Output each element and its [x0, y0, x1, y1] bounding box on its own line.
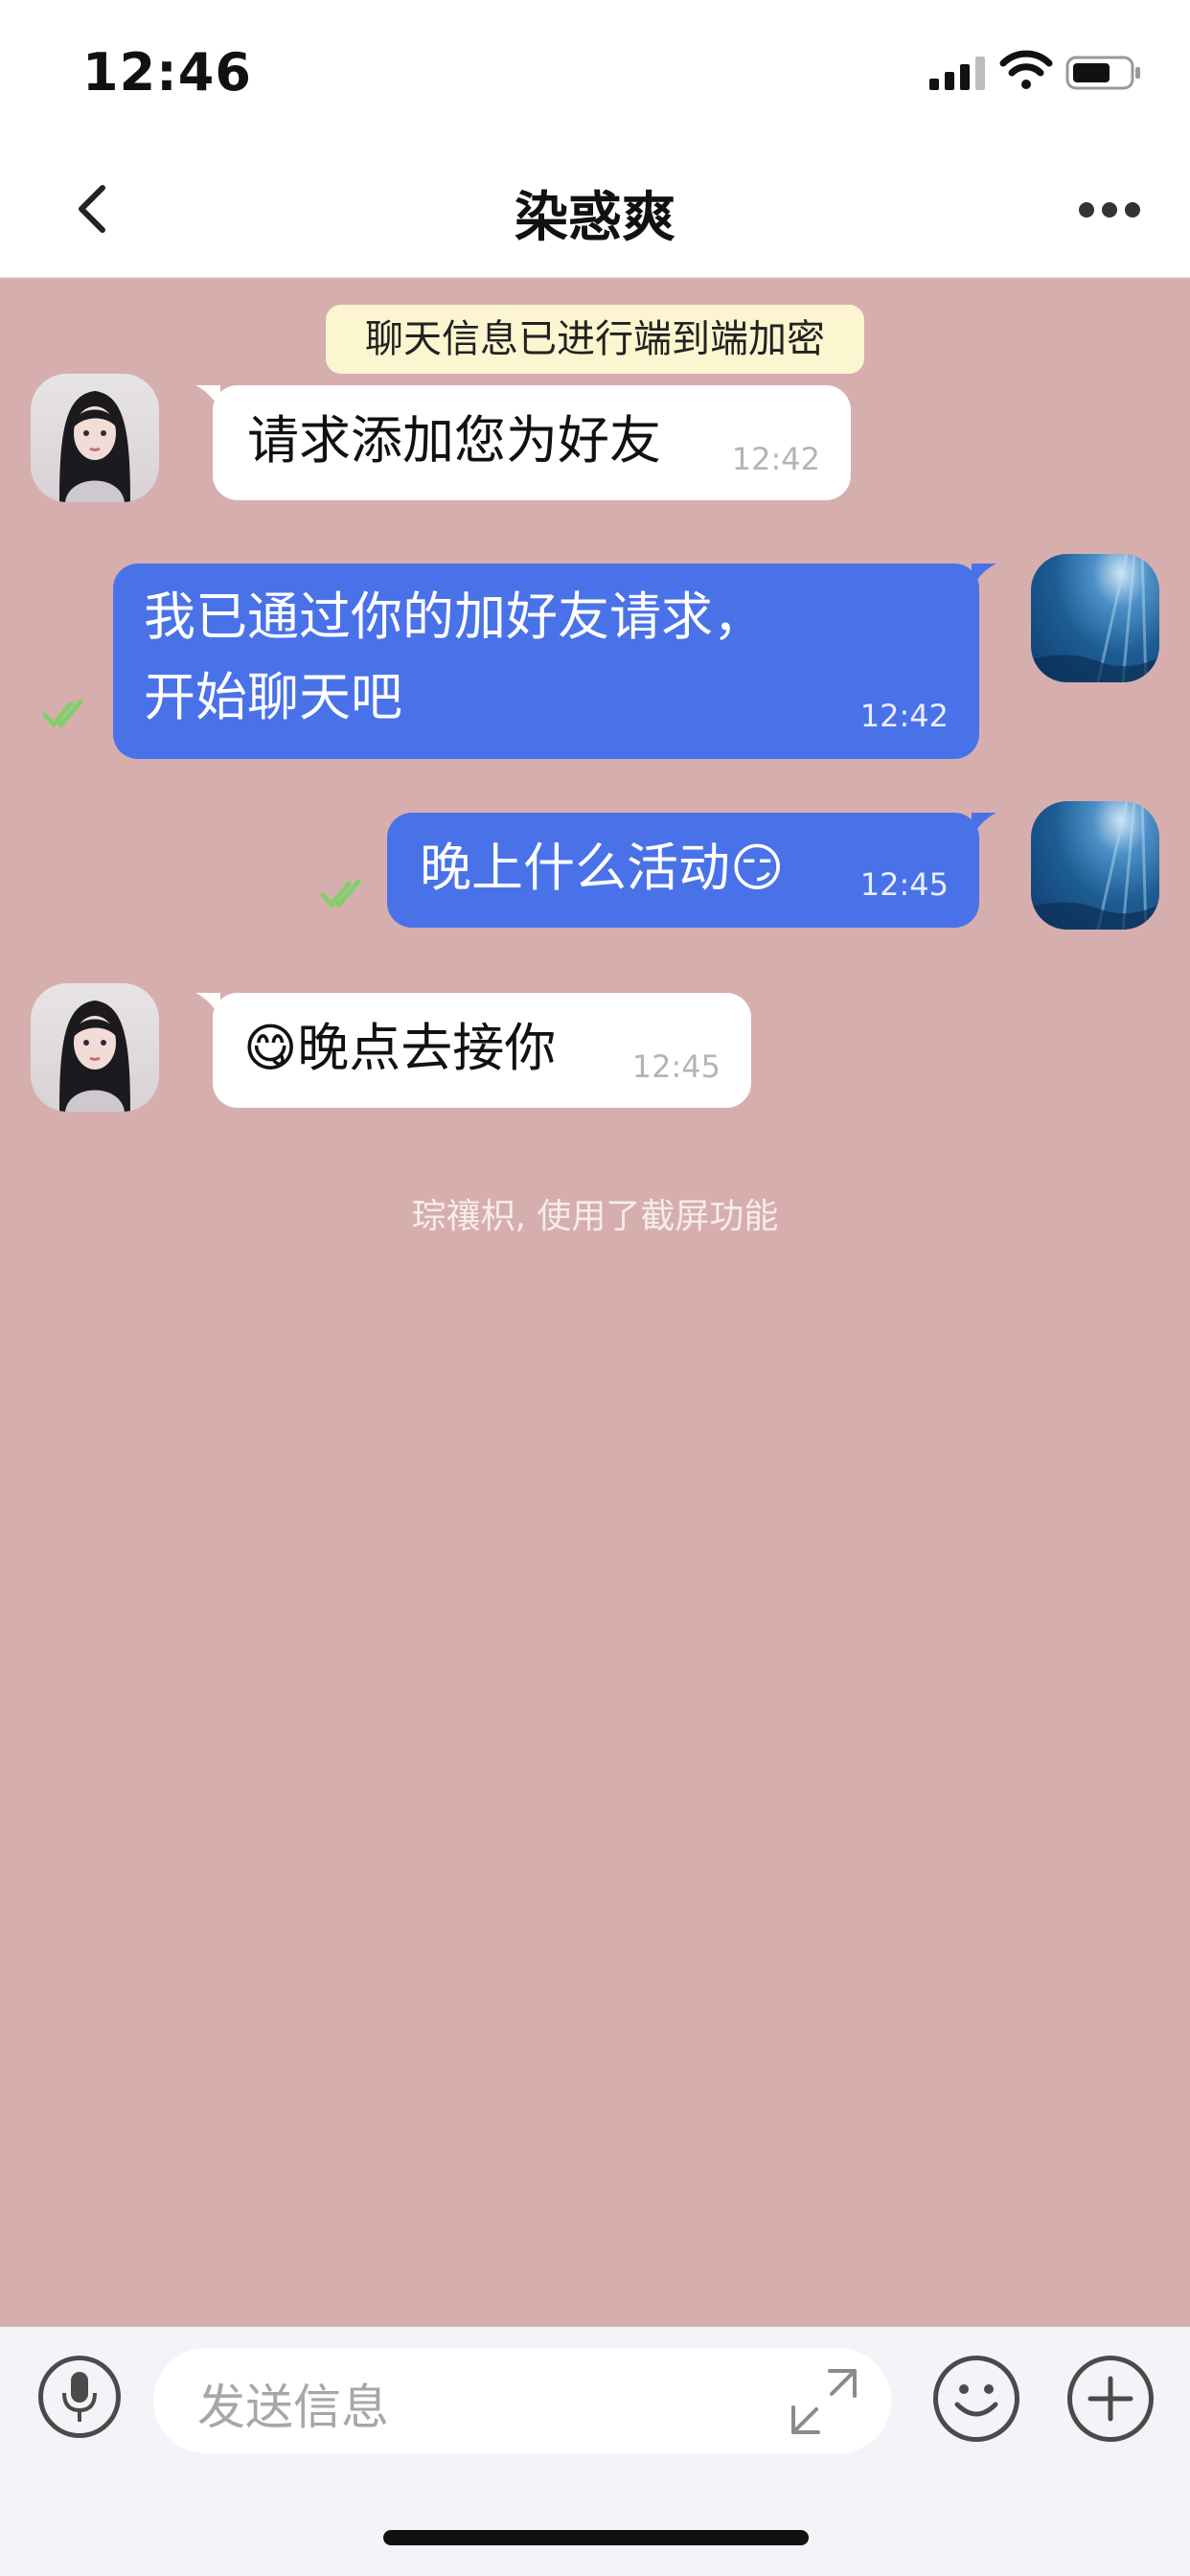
message-time: 12:45 — [859, 866, 949, 903]
message-text: 😋晚点去接你 — [243, 1018, 557, 1078]
message-text: 我已通过你的加好友请求， 开始聊天吧 — [144, 586, 765, 727]
message-text: 晚上什么活动😏 — [420, 838, 785, 898]
bubble-tail — [195, 385, 220, 410]
my-avatar[interactable] — [1031, 554, 1159, 682]
smiley-icon — [954, 2384, 998, 2417]
expand-icon[interactable] — [786, 2363, 862, 2440]
message-time: 12:42 — [731, 441, 820, 477]
message-bubble-incoming[interactable]: 😋晚点去接你 12:45 — [195, 993, 751, 1108]
bubble-tail — [972, 564, 996, 588]
message-input-bar: 发送信息 — [0, 2327, 1190, 2576]
battery-icon — [1065, 56, 1140, 90]
cellular-signal-icon — [929, 57, 985, 90]
voice-button[interactable] — [38, 2356, 121, 2438]
chat-header: 染惑爽 — [0, 144, 1190, 278]
emoji-button[interactable] — [933, 2356, 1019, 2442]
bubble-tail — [195, 993, 220, 1018]
wifi-icon — [999, 50, 1053, 89]
message-time: 12:42 — [859, 698, 949, 734]
system-notice: 琮禳枳, 使用了截屏功能 — [411, 1197, 779, 1236]
status-time: 12:46 — [82, 42, 252, 103]
girl-avatar-icon — [59, 391, 130, 502]
girl-avatar-icon — [59, 1000, 130, 1112]
message-input[interactable]: 发送信息 — [153, 2348, 891, 2453]
message-bubble-outgoing[interactable]: 我已通过你的加好友请求， 开始聊天吧 12:42 — [113, 564, 996, 759]
message-bubble-outgoing[interactable]: 晚上什么活动😏 12:45 — [387, 813, 996, 928]
contact-avatar[interactable] — [31, 983, 159, 1112]
more-horizontal-icon — [1079, 202, 1140, 218]
sea-avatar-icon — [1031, 801, 1159, 930]
read-receipt-icon — [42, 698, 92, 730]
message-bubble-incoming[interactable]: 请求添加您为好友 12:42 — [195, 385, 851, 500]
home-indicator[interactable] — [383, 2530, 809, 2545]
status-bar: 12:46 — [0, 0, 1190, 144]
more-button[interactable] — [1071, 186, 1148, 234]
message-text: 请求添加您为好友 — [247, 410, 661, 471]
plus-icon — [1087, 2376, 1133, 2422]
page-title: 染惑爽 — [515, 187, 675, 249]
message-time: 12:45 — [631, 1048, 721, 1085]
bubble-tail — [972, 813, 996, 838]
input-placeholder: 发送信息 — [197, 2380, 389, 2435]
contact-avatar[interactable] — [31, 374, 159, 502]
my-avatar[interactable] — [1031, 801, 1159, 930]
encryption-notice: 聊天信息已进行端到端加密 — [326, 305, 864, 374]
plus-button[interactable] — [1067, 2356, 1154, 2442]
read-receipt-icon — [320, 878, 370, 910]
chat-area[interactable]: 聊天信息已进行端到端加密 请求添加您为好友 12:42 我已通过你的加好友请求，… — [0, 278, 1190, 2327]
microphone-icon — [62, 2372, 97, 2422]
sea-avatar-icon — [1031, 554, 1159, 682]
